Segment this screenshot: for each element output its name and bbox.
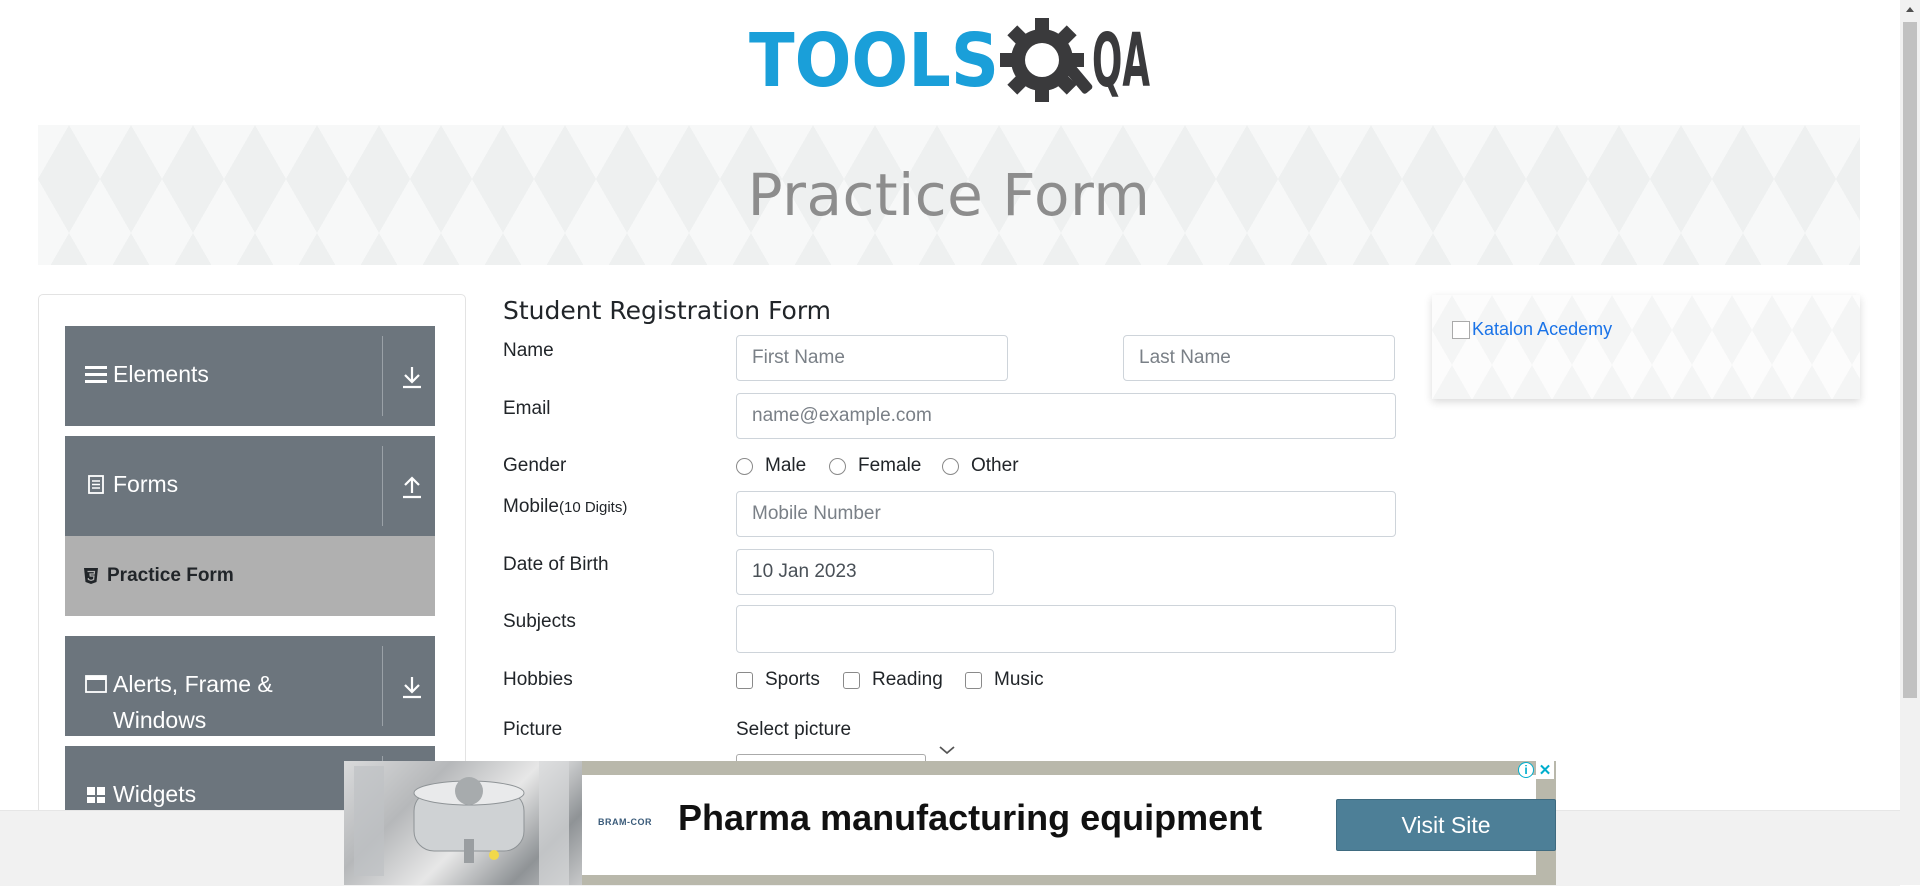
menu-icon xyxy=(85,366,107,383)
broken-image-icon xyxy=(1452,320,1470,339)
sidebar-group-label: Alerts, Frame & Windows xyxy=(113,666,273,738)
bottom-advertisement[interactable]: BRAM-COR Pharma manufacturing equipment … xyxy=(344,761,1556,885)
sidebar-group-label-line1: Alerts, Frame & xyxy=(113,671,273,697)
download-arrow-icon[interactable] xyxy=(399,364,425,390)
katalon-ad-alt-text: Katalon Acedemy xyxy=(1472,319,1613,339)
sidebar-group-label: Widgets xyxy=(113,781,197,807)
ad-close-icon[interactable]: ✕ xyxy=(1536,761,1554,779)
ad-equipment-illustration xyxy=(354,761,569,885)
checkbox[interactable] xyxy=(843,671,860,689)
hobby-option-reading[interactable]: Reading xyxy=(843,669,943,691)
email-input[interactable] xyxy=(736,393,1396,439)
email-label: Email xyxy=(503,398,551,419)
hobby-option-label: Music xyxy=(994,669,1044,690)
radio-button[interactable] xyxy=(942,457,959,475)
sidebar-group-header: Forms xyxy=(85,466,178,502)
first-name-input[interactable] xyxy=(736,335,1008,381)
sidebar: Elements Forms Practice Form Alerts, Fra… xyxy=(38,294,466,826)
upload-arrow-icon[interactable] xyxy=(399,474,425,500)
subjects-label: Subjects xyxy=(503,611,576,632)
gender-option-female[interactable]: Female xyxy=(829,455,921,477)
toolsqa-logo[interactable]: TOOLS QA xyxy=(749,18,1154,115)
radio-button[interactable] xyxy=(736,457,753,475)
radio-button[interactable] xyxy=(829,457,846,475)
logo-text-qa: QA xyxy=(1092,18,1150,104)
subjects-input[interactable] xyxy=(736,605,1396,653)
sidebar-group-header: Alerts, Frame & Windows xyxy=(85,666,273,738)
window-icon xyxy=(85,675,107,693)
picture-label: Picture xyxy=(503,719,563,740)
page-title: Practice Form xyxy=(747,161,1151,229)
hobby-option-label: Sports xyxy=(765,669,820,690)
sidebar-group-alerts-frame-windows[interactable]: Alerts, Frame & Windows xyxy=(65,636,435,736)
side-ad-katalon[interactable]: Katalon Acedemy xyxy=(1432,295,1860,399)
widgets-icon xyxy=(87,787,105,803)
scroll-up-arrow-icon[interactable] xyxy=(1903,3,1917,17)
last-name-input[interactable] xyxy=(1123,335,1395,381)
sidebar-divider xyxy=(382,336,383,416)
hobby-option-label: Reading xyxy=(872,669,943,690)
hobby-option-music[interactable]: Music xyxy=(965,669,1044,691)
scrollbar-thumb[interactable] xyxy=(1903,22,1917,698)
gender-option-label: Female xyxy=(858,455,922,476)
select-picture-label: Select picture xyxy=(736,719,852,740)
checkbox[interactable] xyxy=(736,671,753,689)
sidebar-divider xyxy=(382,646,383,726)
mobile-input[interactable] xyxy=(736,491,1396,537)
sidebar-group-header: Elements xyxy=(85,356,209,392)
html5-icon xyxy=(84,568,98,584)
gender-option-other[interactable]: Other xyxy=(942,455,1019,477)
checkbox[interactable] xyxy=(965,671,982,689)
page-header-banner: Practice Form xyxy=(38,125,1860,265)
sidebar-group-header: Widgets xyxy=(85,776,196,812)
ad-info-icon[interactable]: i xyxy=(1518,762,1534,778)
visit-site-button[interactable]: Visit Site xyxy=(1336,799,1556,851)
logo-text-tools: TOOLS xyxy=(749,18,999,104)
gender-option-label: Male xyxy=(765,455,807,476)
dob-label: Date of Birth xyxy=(503,554,609,575)
sidebar-group-label: Elements xyxy=(113,361,209,387)
sidebar-item-practice-form[interactable]: Practice Form xyxy=(65,536,435,616)
mobile-hint: (10 Digits) xyxy=(558,499,628,516)
sidebar-divider xyxy=(382,446,383,526)
chevron-down-icon[interactable] xyxy=(938,744,956,756)
ad-equipment-image xyxy=(344,761,582,885)
ad-content-panel[interactable]: BRAM-COR Pharma manufacturing equipment … xyxy=(582,775,1556,875)
gender-option-male[interactable]: Male xyxy=(736,455,806,477)
name-label: Name xyxy=(503,340,554,361)
sidebar-group-label-line2: Windows xyxy=(113,707,207,733)
katalon-ad-link[interactable]: Katalon Acedemy xyxy=(1452,319,1612,340)
sidebar-group-elements[interactable]: Elements xyxy=(65,326,435,426)
document-icon xyxy=(88,475,104,494)
download-arrow-icon[interactable] xyxy=(399,674,425,700)
mobile-label-text: Mobile xyxy=(503,496,559,517)
gender-label: Gender xyxy=(503,455,567,476)
mobile-label: Mobile(10 Digits) xyxy=(503,496,627,518)
hobbies-label: Hobbies xyxy=(503,669,573,690)
gear-icon xyxy=(1000,18,1093,102)
ad-headline[interactable]: Pharma manufacturing equipment xyxy=(678,797,1262,839)
sidebar-item-label: Practice Form xyxy=(107,565,234,586)
ad-brand-logo: BRAM-COR xyxy=(598,817,652,827)
sidebar-group-forms[interactable]: Forms xyxy=(65,436,435,536)
form-title: Student Registration Form xyxy=(503,296,832,325)
date-of-birth-input[interactable] xyxy=(736,549,994,595)
gender-option-label: Other xyxy=(971,455,1019,476)
sidebar-group-label: Forms xyxy=(113,471,179,497)
hobby-option-sports[interactable]: Sports xyxy=(736,669,820,691)
